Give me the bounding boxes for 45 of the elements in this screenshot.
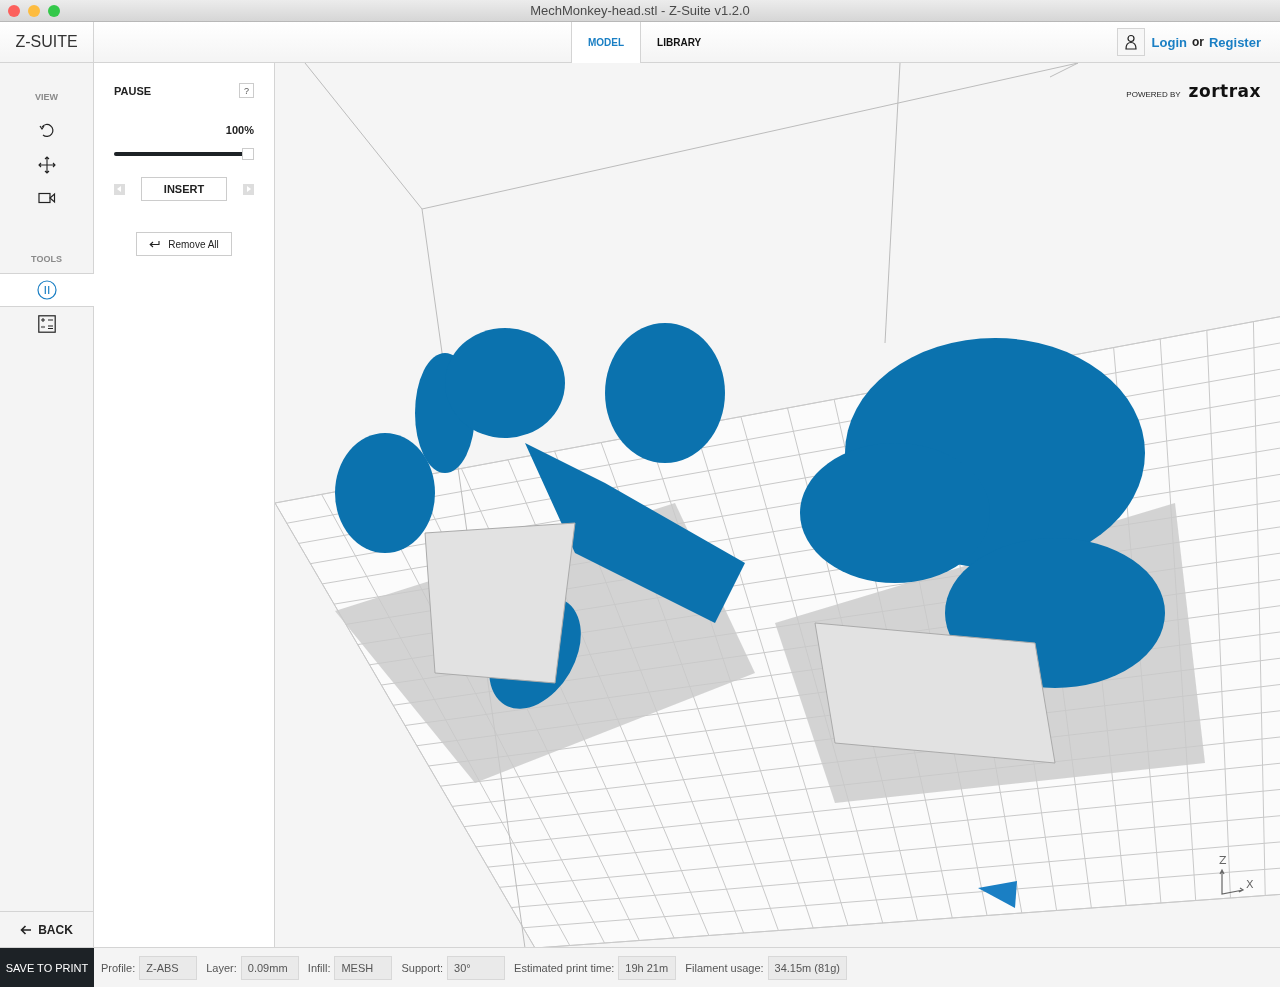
axis-label: X: [1246, 878, 1254, 891]
section-label: TOOLS: [31, 254, 62, 264]
app-logo: Z-SUITE: [0, 22, 94, 62]
field-value: MESH: [334, 955, 393, 980]
panel-title: PAUSE: [114, 84, 152, 97]
field-label: Filament usage:: [685, 961, 764, 974]
build-plate-drawing[interactable]: [275, 63, 1280, 947]
field-label: Support:: [401, 961, 444, 974]
field-label: Infill:: [307, 961, 331, 974]
powered-by-label: POWERED BY: [1126, 90, 1181, 99]
tab[interactable]: MODEL: [571, 22, 642, 63]
register-link[interactable]: Register: [1208, 34, 1261, 50]
field-label: Estimated print time:: [514, 961, 615, 974]
move-icon[interactable]: [37, 156, 56, 174]
field-value: Z-ABS: [139, 955, 198, 980]
field-value: 19h 21m: [618, 955, 677, 980]
layer-slider[interactable]: [114, 148, 254, 160]
field-value: 30°: [447, 955, 506, 980]
section-label: VIEW: [35, 92, 58, 102]
remove-all-button[interactable]: Remove All: [136, 232, 232, 256]
save-to-print-button[interactable]: SAVE TO PRINT: [0, 947, 94, 987]
user-icon: [1124, 34, 1137, 50]
or-text: or: [1191, 35, 1204, 49]
slider-thumb[interactable]: [242, 148, 254, 160]
return-arrow-icon: [149, 240, 161, 248]
axis-label: Z: [1219, 854, 1227, 867]
brand-logo: zortrax: [1188, 81, 1261, 101]
field-label: Profile:: [101, 961, 136, 974]
arrow-left-icon: [20, 924, 33, 935]
slider-reading: 100%: [224, 124, 254, 136]
window-title: MechMonkey-head.stl - Z-Suite v1.2.0: [530, 3, 750, 18]
field-label: Layer:: [206, 961, 237, 974]
tab[interactable]: LIBRARY: [641, 22, 718, 62]
field-value: 0.09mm: [240, 955, 299, 980]
user-button[interactable]: [1116, 28, 1145, 56]
calculator-icon: [37, 315, 56, 333]
caret-right-icon: [246, 186, 251, 192]
camera-icon[interactable]: [37, 191, 56, 205]
caret-left-icon: [117, 186, 122, 192]
help-button[interactable]: ?: [239, 83, 254, 98]
rotate-icon[interactable]: [37, 121, 56, 139]
field-value: 34.15m (81g): [767, 955, 847, 980]
insert-button[interactable]: INSERT: [141, 177, 227, 201]
pause-icon: [37, 280, 57, 300]
login-link[interactable]: Login: [1151, 34, 1187, 50]
